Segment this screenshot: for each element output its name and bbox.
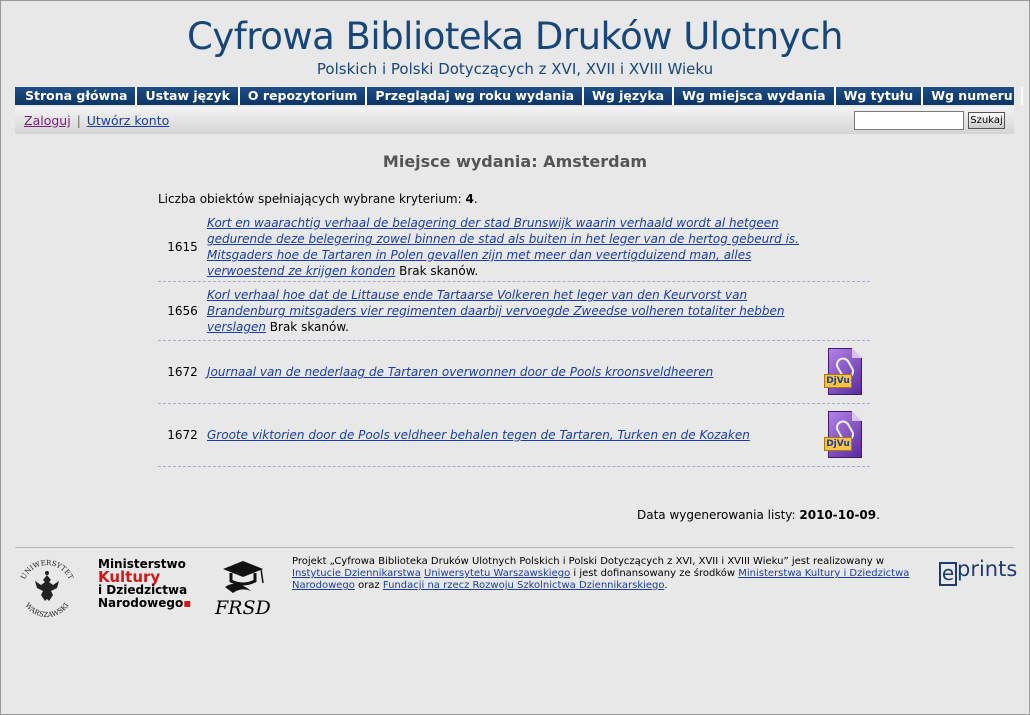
eprints-logo-e: e [939,562,957,586]
result-year: 1656 [167,304,198,318]
menu-item-about[interactable]: O repozytorium [240,87,368,105]
menu-item-by-title[interactable]: Wg tytułu [836,87,924,105]
toolbar-separator: | [76,113,81,128]
menu-item-set-language[interactable]: Ustaw język [137,87,240,105]
generation-date: Data wygenerowania listy: 2010-10-09. [637,508,880,522]
uw-logo-text-bottom: WARSZAWSKI [23,601,70,619]
djvu-file-icon[interactable]: DjVu [824,411,862,459]
result-row: 1672 Journaal van de nederlaag de Tartar… [158,341,870,404]
frsd-logo-text: FRSD [215,597,271,619]
university-of-warsaw-logo: UNIWERSYTET WARSZAWSKI [19,559,74,619]
main-menu: Strona główna Ustaw język O repozytorium… [15,87,1023,105]
result-year: 1672 [167,365,198,379]
footer-credits: Projekt „Cyfrowa Biblioteka Druków Ulotn… [292,556,910,591]
eprints-logo-text: prints [957,557,1018,581]
result-note: Brak skanów. [265,320,349,334]
menu-item-home[interactable]: Strona główna [17,87,138,105]
result-count-value: 4 [465,192,474,206]
djvu-badge: DjVu [824,437,852,451]
result-description: Journaal van de nederlaag de Tartaren ov… [207,364,807,380]
djvu-badge: DjVu [824,374,852,388]
menu-item-by-place[interactable]: Wg miejsca wydania [674,87,836,105]
footer-divider [15,547,1014,548]
result-row: 1615 Kort en waarachtig verhaal de belag… [158,212,870,282]
menu-item-browse-by-year[interactable]: Przeglądaj wg roku wydania [367,87,585,105]
user-toolbar: Zaloguj | Utwórz konto Szukaj [15,107,1014,134]
search-button[interactable]: Szukaj [968,112,1005,129]
login-link[interactable]: Zaloguj [24,113,71,128]
register-link[interactable]: Utwórz konto [87,113,170,128]
result-row: 1656 Korl verhaal hoe dat de Littause en… [158,282,870,341]
result-count: Liczba obiektów spełniających wybrane kr… [158,192,478,206]
generation-date-label: Data wygenerowania listy: [637,508,800,522]
footer-link-foundation[interactable]: Fundacji na rzecz Rozwoju Szkolnictwa Dz… [383,580,665,591]
result-year: 1672 [167,428,198,442]
ministry-of-culture-logo: Ministerstwo Kultury i Dziedzictwa Narod… [98,557,192,610]
footer-link-institute[interactable]: Instytucie Dziennikarstwa [292,568,421,579]
result-title-link[interactable]: Groote viktorien door de Pools veldheer … [207,428,750,442]
footer-link-university[interactable]: Uniwersytetu Warszawskiego [424,568,570,579]
eprints-logo[interactable]: e prints [939,557,1017,586]
result-year: 1615 [167,239,198,254]
result-row: 1672 Groote viktorien door de Pools veld… [158,404,870,467]
generation-date-value: 2010-10-09 [799,508,877,522]
result-note: Brak skanów. [395,264,479,278]
site-title: Cyfrowa Biblioteka Druków Ulotnych [187,15,843,58]
menu-item-by-language[interactable]: Wg języka [584,87,675,105]
result-title-link[interactable]: Kort en waarachtig verhaal de belagering… [207,216,799,278]
menu-item-by-number[interactable]: Wg numeru [923,87,1023,105]
site-subtitle: Polskich i Polski Dotyczących z XVI, XVI… [316,60,714,78]
result-description: Korl verhaal hoe dat de Littause ende Ta… [207,287,807,335]
site-header: Cyfrowa Biblioteka Druków Ulotnych Polsk… [1,15,1029,78]
result-description: Kort en waarachtig verhaal de belagering… [207,214,807,279]
page-title: Miejsce wydania: Amsterdam [382,152,648,171]
result-description: Groote viktorien door de Pools veldheer … [207,427,807,443]
djvu-file-icon[interactable]: DjVu [824,348,862,396]
search-input[interactable] [854,111,964,130]
result-count-label: Liczba obiektów spełniających wybrane kr… [158,192,466,206]
results-list: 1615 Kort en waarachtig verhaal de belag… [158,212,870,467]
result-title-link[interactable]: Journaal van de nederlaag de Tartaren ov… [207,365,713,379]
